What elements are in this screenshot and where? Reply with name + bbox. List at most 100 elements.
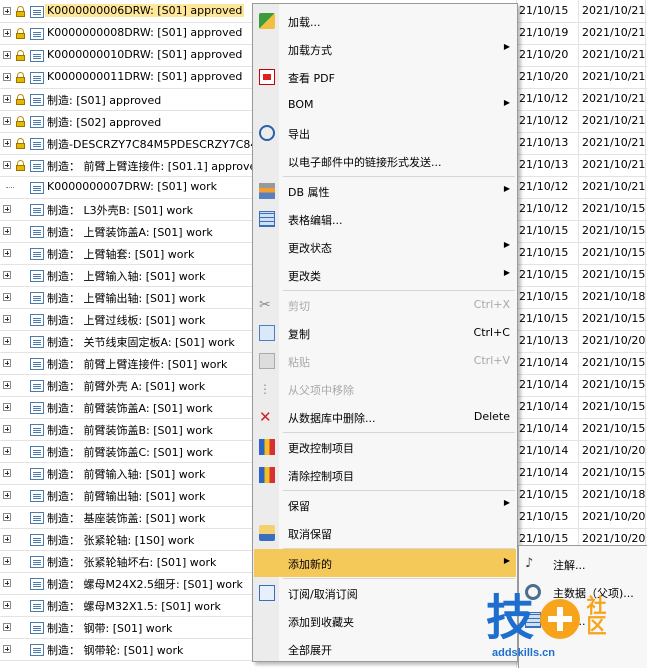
expand-icon[interactable] bbox=[3, 359, 11, 367]
row-date-created: 21/10/20 bbox=[519, 70, 569, 83]
menu-item-5[interactable]: 以电子邮件中的链接形式发送... bbox=[254, 147, 516, 175]
menu-item-1[interactable]: 加载方式 ▶ bbox=[254, 35, 516, 63]
document-icon bbox=[30, 270, 44, 282]
expand-icon[interactable] bbox=[3, 139, 11, 147]
expand-icon[interactable] bbox=[3, 315, 11, 323]
row-date-modified: 2021/10/15 bbox=[582, 202, 646, 215]
menu-item-8[interactable]: 更改状态 ▶ bbox=[254, 233, 516, 261]
menu-item-4[interactable]: 导出 bbox=[254, 119, 516, 147]
expand-icon[interactable] bbox=[3, 557, 11, 565]
row-name: 制造： 张紧轮轴: [1S0] work bbox=[47, 534, 195, 547]
cut-icon: ✂ bbox=[259, 297, 271, 313]
expand-icon[interactable] bbox=[3, 271, 11, 279]
submenu-item-0[interactable]: ♪ 注解... bbox=[519, 550, 647, 578]
row-date-modified: 2021/10/21 bbox=[582, 158, 646, 171]
menu-item-22[interactable]: 全部展开 bbox=[254, 635, 516, 663]
menu-item-19[interactable]: 添加新的 ▶ bbox=[254, 549, 516, 577]
expand-icon[interactable] bbox=[3, 205, 11, 213]
menu-item-15[interactable]: 更改控制项目 bbox=[254, 433, 516, 461]
menu-item-16[interactable]: 清除控制项目 bbox=[254, 461, 516, 489]
row-date-modified: 2021/10/15 bbox=[582, 400, 646, 413]
row-date-modified: 2021/10/15 bbox=[582, 356, 646, 369]
expand-icon[interactable] bbox=[3, 51, 11, 59]
paste-icon bbox=[259, 353, 275, 369]
row-date-modified: 2021/10/21 bbox=[582, 136, 646, 149]
menu-item-7[interactable]: 表格编辑... bbox=[254, 205, 516, 233]
row-name: K0000000010DRW: [S01] approved bbox=[47, 48, 243, 61]
expand-icon[interactable] bbox=[3, 249, 11, 257]
lock-icon bbox=[16, 6, 25, 17]
lock-icon bbox=[16, 138, 25, 149]
expand-icon[interactable] bbox=[3, 73, 11, 81]
expand-icon[interactable] bbox=[3, 95, 11, 103]
menu-item-9[interactable]: 更改类 ▶ bbox=[254, 261, 516, 289]
document-icon bbox=[30, 160, 44, 172]
expand-icon[interactable] bbox=[3, 535, 11, 543]
row-date-modified: 2021/10/15 bbox=[582, 224, 646, 237]
row-date-modified: 2021/10/20 bbox=[582, 334, 646, 347]
expand-icon[interactable] bbox=[3, 7, 11, 15]
lock-icon bbox=[16, 50, 25, 61]
row-date-modified: 2021/10/18 bbox=[582, 488, 646, 501]
row-date-created: 21/10/14 bbox=[519, 378, 569, 391]
submenu-arrow-icon: ▶ bbox=[503, 556, 510, 565]
menu-item-11[interactable]: 复制 Ctrl+C bbox=[254, 319, 516, 347]
expand-icon[interactable] bbox=[3, 645, 11, 653]
annotation-icon: ♪ bbox=[525, 556, 534, 571]
row-name: 制造： 上臂输入轴: [S01] work bbox=[47, 270, 206, 283]
document-icon bbox=[30, 578, 44, 590]
expand-icon[interactable] bbox=[3, 425, 11, 433]
menu-item-label: 粘贴 bbox=[288, 356, 310, 369]
expand-icon[interactable] bbox=[3, 227, 11, 235]
row-name: 制造： 上臂轴套: [S01] work bbox=[47, 248, 195, 261]
watermark-logo: 技 社区 addskills.cn bbox=[486, 589, 646, 667]
expand-icon[interactable] bbox=[3, 623, 11, 631]
document-icon bbox=[30, 248, 44, 260]
expand-icon[interactable] bbox=[3, 469, 11, 477]
menu-item-label: 全部展开 bbox=[288, 644, 332, 657]
document-icon bbox=[30, 204, 44, 216]
document-icon bbox=[30, 292, 44, 304]
pdf-icon bbox=[259, 69, 275, 85]
row-date-created: 21/10/14 bbox=[519, 422, 569, 435]
menu-item-shortcut: Delete bbox=[473, 410, 510, 423]
menu-item-20[interactable]: 订阅/取消订阅 bbox=[254, 579, 516, 607]
expand-icon[interactable] bbox=[3, 601, 11, 609]
expand-icon[interactable] bbox=[3, 161, 11, 169]
menu-item-18[interactable]: 取消保留 bbox=[254, 519, 516, 547]
row-date-modified: 2021/10/21 bbox=[582, 26, 646, 39]
clear-control-icon bbox=[259, 467, 275, 483]
row-date-modified: 2021/10/15 bbox=[582, 312, 646, 325]
lock-icon bbox=[16, 94, 25, 105]
menu-item-6[interactable]: DB 属性 ▶ bbox=[254, 177, 516, 205]
expand-icon[interactable] bbox=[3, 337, 11, 345]
row-name: 制造： 前臂装饰盖B: [S01] work bbox=[47, 424, 213, 437]
expand-icon[interactable] bbox=[3, 29, 11, 37]
expand-icon[interactable] bbox=[3, 403, 11, 411]
expand-icon[interactable] bbox=[3, 117, 11, 125]
row-date-created: 21/10/13 bbox=[519, 158, 569, 171]
row-name: 制造： 张紧轮轴坏右: [S01] work bbox=[47, 556, 217, 569]
expand-icon[interactable] bbox=[3, 293, 11, 301]
row-name: 制造： 基座装饰盖: [S01] work bbox=[47, 512, 206, 525]
menu-item-14[interactable]: ✕ 从数据库中删除... Delete bbox=[254, 403, 516, 431]
expand-icon[interactable] bbox=[3, 513, 11, 521]
menu-item-10: ✂ 剪切 Ctrl+X bbox=[254, 291, 516, 319]
menu-item-label: 导出 bbox=[288, 128, 310, 141]
mail-icon bbox=[259, 585, 275, 601]
menu-item-0[interactable]: 加载... bbox=[254, 7, 516, 35]
row-name: 制造： 前臂上臂连接件: [S01.1] approved bbox=[47, 160, 264, 173]
row-date-created: 21/10/14 bbox=[519, 356, 569, 369]
row-date-created: 21/10/15 bbox=[519, 510, 569, 523]
menu-item-3[interactable]: BOM ▶ bbox=[254, 91, 516, 119]
menu-item-17[interactable]: 保留 ▶ bbox=[254, 491, 516, 519]
expand-icon[interactable] bbox=[3, 579, 11, 587]
expand-icon[interactable] bbox=[3, 381, 11, 389]
expand-icon[interactable] bbox=[3, 447, 11, 455]
menu-item-21[interactable]: 添加到收藏夹 bbox=[254, 607, 516, 635]
expand-icon[interactable] bbox=[3, 491, 11, 499]
menu-item-2[interactable]: 查看 PDF bbox=[254, 63, 516, 91]
document-icon bbox=[30, 600, 44, 612]
row-name: 制造： 上臂装饰盖A: [S01] work bbox=[47, 226, 213, 239]
row-name: 制造： 前臂输出轴: [S01] work bbox=[47, 490, 206, 503]
